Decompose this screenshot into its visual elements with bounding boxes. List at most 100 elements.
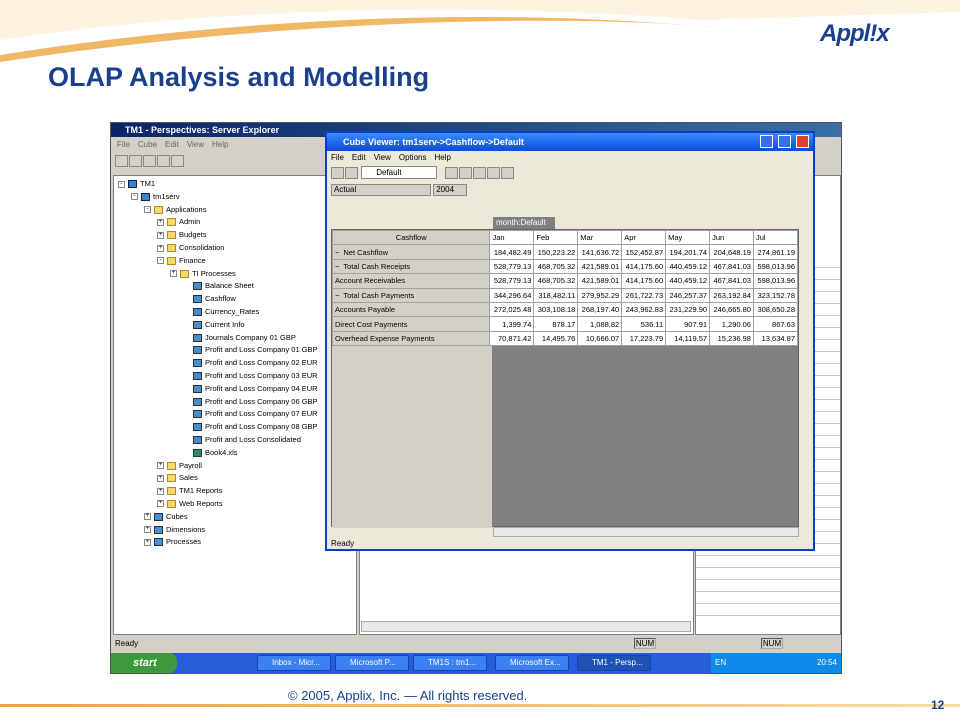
cell-value[interactable]: 318,482.11 <box>533 287 579 303</box>
taskbar-button[interactable]: TM1 - Persp... <box>577 655 651 671</box>
cell-value[interactable]: 468,705.32 <box>533 273 579 289</box>
cell-value[interactable]: 184,482.49 <box>489 244 535 260</box>
cell-value[interactable]: 528,779.13 <box>489 258 535 275</box>
month-header[interactable]: Jul <box>752 229 799 246</box>
expand-icon[interactable]: + <box>157 500 164 508</box>
tree-node[interactable]: + Processes <box>118 536 352 549</box>
tree-node[interactable]: Profit and Loss Company 04 EUR <box>118 383 352 396</box>
viewer-menu-item[interactable]: File <box>331 153 344 162</box>
tree-node[interactable]: + Dimensions <box>118 524 352 537</box>
cell-value[interactable]: 1,088.82 <box>577 316 623 332</box>
leaf-icon[interactable] <box>157 155 170 167</box>
cell-value[interactable]: 246,257.37 <box>665 287 711 303</box>
tree-node[interactable]: Profit and Loss Company 07 EUR <box>118 408 352 421</box>
tree-node[interactable]: - Finance <box>118 255 352 268</box>
collapse-icon[interactable]: - <box>118 180 125 188</box>
expand-icon[interactable]: + <box>157 218 164 226</box>
cell-value[interactable]: 440,459.12 <box>665 258 711 275</box>
snapshot-icon[interactable] <box>473 166 487 179</box>
cell-value[interactable]: 14,495.76 <box>533 330 579 347</box>
row-header[interactable]: Accounts Payable <box>331 301 491 318</box>
cell-value[interactable]: 421,589.01 <box>577 273 623 289</box>
cell-value[interactable]: 272,025.48 <box>489 301 535 318</box>
cell-value[interactable]: 303,108.18 <box>533 301 579 318</box>
month-header[interactable]: Jan <box>489 229 535 246</box>
cell-value[interactable]: 1,399.74 <box>489 316 535 332</box>
cell-value[interactable]: 70,871.42 <box>489 330 535 347</box>
cell-value[interactable]: 15,236.98 <box>709 330 754 347</box>
collapse-icon[interactable]: − <box>335 291 339 300</box>
cell-value[interactable]: 468,705.32 <box>533 258 579 275</box>
excel-slice-icon[interactable] <box>445 166 459 179</box>
month-header[interactable]: Jun <box>709 229 754 246</box>
cell-value[interactable]: 141,636.72 <box>577 244 623 260</box>
row-header[interactable]: − Net Cashflow <box>331 244 491 260</box>
horizontal-scrollbar[interactable] <box>361 621 691 632</box>
expand-icon[interactable]: + <box>157 462 164 470</box>
viewer-menu-item[interactable]: Help <box>434 153 450 162</box>
cell-value[interactable]: 194,201.74 <box>665 244 711 260</box>
tree-node[interactable]: Balance Sheet <box>118 280 352 293</box>
collapse-icon[interactable]: - <box>144 206 151 214</box>
tree-node[interactable]: + Web Reports <box>118 498 352 511</box>
month-header[interactable]: Mar <box>577 229 623 246</box>
cell-value[interactable]: 598,013.96 <box>752 273 799 289</box>
viewer-menu-item[interactable]: Edit <box>352 153 366 162</box>
month-header[interactable]: Apr <box>621 229 667 246</box>
pick-icon[interactable] <box>459 166 473 179</box>
cell-value[interactable]: 440,459.12 <box>665 273 711 289</box>
cell-value[interactable]: 17,223.79 <box>621 330 667 347</box>
recalc-icon[interactable] <box>345 166 358 179</box>
month-header[interactable]: May <box>665 229 711 246</box>
close-button[interactable] <box>796 135 809 148</box>
collapse-icon[interactable]: - <box>157 257 164 265</box>
minimize-button[interactable] <box>760 135 773 148</box>
tree-node[interactable]: - Applications <box>118 204 352 217</box>
row-header[interactable]: − Total Cash Receipts <box>331 258 491 275</box>
cell-value[interactable]: 150,223.22 <box>533 244 579 260</box>
cell-value[interactable]: 243,962.83 <box>621 301 667 318</box>
explorer-menu-item[interactable]: Edit <box>165 140 179 149</box>
collapse-icon[interactable]: − <box>335 262 339 271</box>
tree-node[interactable]: Profit and Loss Consolidated <box>118 434 352 447</box>
tree-node[interactable]: + TM1 Reports <box>118 485 352 498</box>
cell-value[interactable]: 152,452.87 <box>621 244 667 260</box>
tree-node[interactable]: Profit and Loss Company 08 GBP <box>118 421 352 434</box>
expand-icon[interactable]: + <box>170 270 177 278</box>
taskbar-button[interactable]: TM1S : tm1... <box>413 655 487 671</box>
cell-value[interactable]: 907.91 <box>665 316 711 332</box>
expand-icon[interactable]: + <box>157 474 164 482</box>
expand-icon[interactable]: + <box>157 244 164 252</box>
tree-node[interactable]: + Cubes <box>118 511 352 524</box>
collapse-icon[interactable]: − <box>335 248 339 257</box>
explorer-menu-item[interactable]: Cube <box>138 140 157 149</box>
grid-scrollbar[interactable] <box>493 527 799 537</box>
expand-icon[interactable]: + <box>157 487 164 495</box>
start-button[interactable]: start <box>111 653 177 673</box>
explorer-menu-item[interactable]: File <box>117 140 130 149</box>
cell-value[interactable]: 536.11 <box>621 316 667 332</box>
tree-node[interactable]: + Budgets <box>118 229 352 242</box>
cell-value[interactable]: 246,665.80 <box>709 301 754 318</box>
maximize-button[interactable] <box>778 135 791 148</box>
taskbar-button[interactable]: Microsoft P... <box>335 655 409 671</box>
row-header[interactable]: Overhead Expense Payments <box>331 330 491 347</box>
cell-value[interactable]: 231,229.90 <box>665 301 711 318</box>
tree-node[interactable]: + Payroll <box>118 460 352 473</box>
cashflow-grid[interactable]: Cashflow Jan Feb Mar Apr May Jun Jul − Net Cashfl… <box>331 229 799 347</box>
row-dimension-header[interactable]: Cashflow <box>331 229 491 246</box>
cell-value[interactable]: 204,648.19 <box>709 244 754 260</box>
row-header[interactable]: Direct Cost Payments <box>331 316 491 332</box>
expand-icon[interactable]: + <box>144 513 151 521</box>
tree-node[interactable]: Currency_Rates <box>118 306 352 319</box>
cell-value[interactable]: 279,952.29 <box>577 287 623 303</box>
year-select[interactable]: 2004 <box>433 184 468 196</box>
explorer-menu-item[interactable]: Help <box>212 140 228 149</box>
save-icon[interactable] <box>331 166 344 179</box>
copy-icon[interactable] <box>115 155 128 167</box>
cell-value[interactable]: 261,722.73 <box>621 287 667 303</box>
month-header[interactable]: Feb <box>533 229 579 246</box>
tree-node[interactable]: - tm1serv <box>118 191 352 204</box>
cell-value[interactable]: 14,119.57 <box>665 330 711 347</box>
viewer-menu-item[interactable]: Options <box>399 153 427 162</box>
